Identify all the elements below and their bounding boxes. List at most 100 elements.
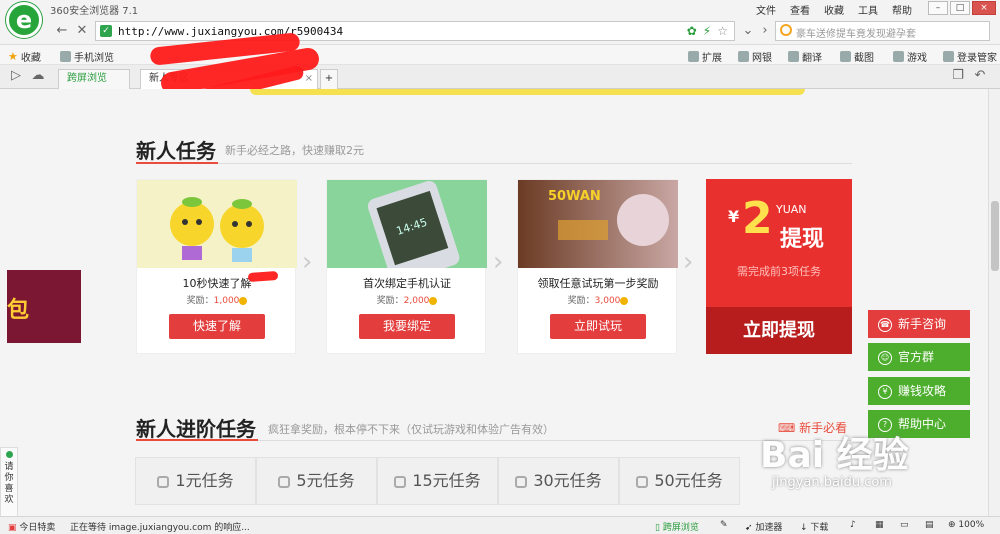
url-icons: ✿ ⚡ ☆ [687, 24, 728, 38]
task-reward: 奖励：1,000 [137, 293, 297, 306]
withdraw-button[interactable]: 立即提现 [706, 307, 852, 354]
reward-label: 奖励： [376, 296, 404, 306]
today-deals-label: 今日特卖 [19, 523, 56, 533]
close-icon[interactable]: × [305, 70, 313, 88]
search-input[interactable]: 豪车送修提车竟发现避孕套 [775, 21, 990, 41]
status-bar: ▣ 今日特卖 正在等待 image.juxiangyou.com 的响应... … [0, 516, 1000, 534]
zoom-label: 100% [958, 520, 985, 530]
tab-cross-screen[interactable]: 跨屏浏览 [58, 69, 130, 89]
cross-screen-button[interactable]: ▯ 跨屏浏览 [655, 520, 699, 533]
menu-file[interactable]: 文件 [756, 2, 776, 17]
today-deals-link[interactable]: ▣ 今日特卖 [8, 520, 55, 533]
float-menu-label: 赚钱攻略 [898, 384, 947, 398]
try-now-button[interactable]: 立即试玩 [550, 314, 646, 339]
menu-favorites[interactable]: 收藏 [824, 2, 844, 17]
advanced-task-tabs: 1元任务 5元任务 15元任务 30元任务 50元任务 [135, 457, 740, 505]
window-buttons: – □ × [928, 1, 996, 15]
accelerator-label: 加速器 [755, 523, 783, 533]
tab-15-yuan[interactable]: 15元任务 [377, 457, 498, 505]
favorites-button[interactable]: ★ 收藏 [8, 49, 41, 64]
menu-view[interactable]: 查看 [790, 2, 810, 17]
status-dot-icon [6, 451, 13, 458]
toolbar-login-manager[interactable]: 登录管家 [943, 49, 997, 64]
mute-icon[interactable]: ♪ [850, 520, 856, 530]
new-tab-button[interactable]: + [320, 69, 338, 89]
toolbar-login-label: 登录管家 [957, 53, 997, 64]
address-bar: ← ✕ ✓ http://www.juxiangyou.com/r5900434… [0, 17, 1000, 45]
star-icon[interactable]: ☆ [717, 24, 728, 38]
task-card: 10秒快速了解 奖励：1,000 快速了解 [136, 179, 297, 354]
game-image: 50WAN [518, 180, 678, 268]
float-menu-label: 新手咨询 [898, 317, 947, 331]
toolbar-screenshot[interactable]: 截图 [840, 49, 874, 64]
forward-icon[interactable]: › [755, 22, 775, 40]
menu-help[interactable]: 帮助 [892, 2, 912, 17]
withdraw-unit: YUAN [776, 203, 807, 216]
withdraw-panel: ¥ 2 YUAN 提现 需完成前3项任务 立即提现 [706, 179, 852, 354]
lock-icon [636, 475, 649, 488]
gear-icon[interactable]: ✿ [687, 24, 697, 38]
recommend-widget[interactable]: 请你喜欢 [0, 447, 18, 516]
float-menu-label: 官方群 [898, 350, 935, 364]
red-packet-widget[interactable]: 包 [7, 270, 81, 343]
lock-icon [515, 475, 528, 488]
new-user-consult-button[interactable]: ☎ 新手咨询 [868, 310, 970, 338]
quick-learn-button[interactable]: 快速了解 [169, 314, 265, 339]
bind-phone-button[interactable]: 我要绑定 [359, 314, 455, 339]
toolbar-bank[interactable]: 网银 [738, 49, 772, 64]
url-field[interactable]: ✓ http://www.juxiangyou.com/r5900434 ✿ ⚡… [95, 21, 735, 41]
maximize-button[interactable]: □ [950, 1, 970, 15]
tab-30-yuan[interactable]: 30元任务 [498, 457, 619, 505]
top-banner [250, 89, 805, 95]
official-group-button[interactable]: ☺ 官方群 [868, 343, 970, 371]
tab-label: 1元任务 [175, 471, 234, 490]
toolbar-translate[interactable]: 翻译 [788, 49, 822, 64]
game-illustration: 50WAN [548, 189, 669, 246]
section-title: 新人任务 [136, 139, 216, 163]
tools-icon[interactable]: ✎ [720, 520, 728, 530]
toolbar-extensions[interactable]: 扩展 [688, 49, 722, 64]
scroll-thumb[interactable] [991, 201, 999, 271]
trash-icon[interactable]: ▤ [925, 520, 934, 530]
back-icon[interactable]: ← [52, 22, 72, 40]
recommend-label: 请你喜欢 [4, 462, 14, 505]
mascot-illustration [170, 197, 264, 262]
sidebar-toggle-icon[interactable]: ▷ [6, 67, 26, 85]
undo-icon[interactable]: ↶ [970, 67, 990, 85]
favorite-mobile-browse[interactable]: 手机浏览 [60, 49, 114, 64]
toolbar-games-label: 游戏 [907, 53, 927, 64]
tab-50-yuan[interactable]: 50元任务 [619, 457, 740, 505]
earning-guide-button[interactable]: ¥ 赚钱攻略 [868, 377, 970, 405]
screenshot-icon[interactable]: ▦ [875, 520, 884, 530]
reward-value: 1,000 [213, 296, 240, 306]
zoom-icon: ⊕ [948, 520, 959, 530]
top-menu: 文件 查看 收藏 工具 帮助 [756, 2, 912, 17]
window-switch-icon[interactable]: ❐ [948, 67, 968, 85]
stop-icon[interactable]: ✕ [72, 22, 92, 40]
baidu-watermark-url: jingyan.baidu.com [772, 475, 892, 490]
chevron-right-icon: › [683, 247, 694, 277]
menu-tools[interactable]: 工具 [858, 2, 878, 17]
phone-image: 14:45 [327, 180, 487, 283]
puzzle-icon [688, 51, 699, 62]
lightning-icon[interactable]: ⚡ [703, 24, 711, 38]
tab-bar: ▷ ☁ 跨屏浏览 新人专区 × + ❐ ↶ [0, 65, 1000, 89]
tab-cross-screen-label: 跨屏浏览 [67, 73, 107, 84]
minimize-button[interactable]: – [928, 1, 948, 15]
tab-1-yuan[interactable]: 1元任务 [135, 457, 256, 505]
toolbar-games[interactable]: 游戏 [893, 49, 927, 64]
accelerator-button[interactable]: ➹ 加速器 [745, 520, 782, 533]
scrollbar[interactable] [988, 89, 1000, 516]
close-window-button[interactable]: × [972, 1, 996, 15]
window-icon[interactable]: ▭ [900, 520, 909, 530]
zoom-level[interactable]: ⊕ 100% [948, 520, 984, 530]
download-button[interactable]: ↓ 下载 [800, 520, 828, 533]
game-logo-text: 50WAN [548, 189, 601, 204]
lock-icon [278, 475, 291, 488]
task-name: 领取任意试玩第一步奖励 [537, 277, 659, 290]
tab-5-yuan[interactable]: 5元任务 [256, 457, 377, 505]
task-reward: 奖励：2,000 [327, 293, 487, 306]
cloud-icon[interactable]: ☁ [28, 67, 48, 85]
section-underline [136, 439, 258, 441]
phone-icon [60, 51, 71, 62]
